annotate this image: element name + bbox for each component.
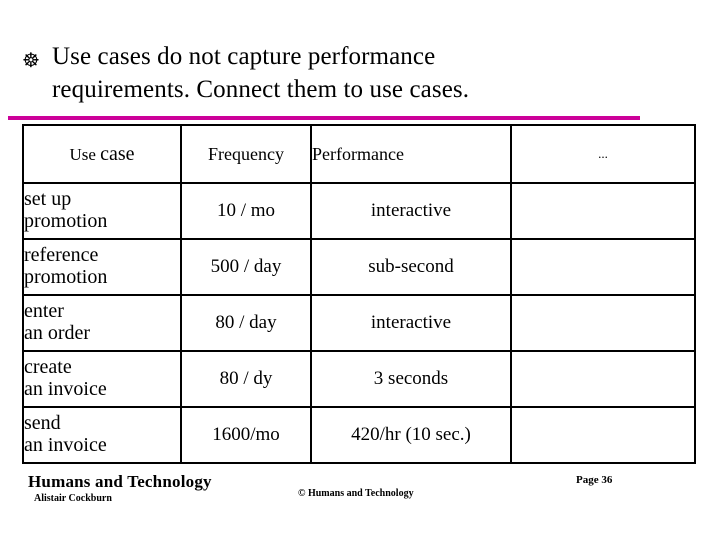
- table-header-row: Use case Frequency Performance ...: [22, 124, 696, 184]
- cell-performance: sub-second: [310, 238, 512, 296]
- cell-performance: 3 seconds: [310, 350, 512, 408]
- cell-extra: [510, 406, 696, 464]
- table-row: create an invoice 80 / dy 3 seconds: [22, 350, 696, 408]
- cell-frequency: 80 / dy: [180, 350, 312, 408]
- column-header-performance: Performance: [310, 124, 512, 184]
- column-header-frequency: Frequency: [180, 124, 312, 184]
- bullet-icon: ☸: [22, 48, 40, 72]
- cell-frequency: 80 / day: [180, 294, 312, 352]
- table-body: set up promotion 10 / mo interactive ref…: [22, 182, 696, 464]
- use-case-line-2: an invoice: [24, 434, 107, 456]
- cell-performance: interactive: [310, 182, 512, 240]
- cell-use-case: reference promotion: [22, 238, 182, 296]
- cell-performance: 420/hr (10 sec.): [310, 406, 512, 464]
- footer-author: Alistair Cockburn: [34, 493, 112, 504]
- cell-performance: interactive: [310, 294, 512, 352]
- column-header-use-case: Use case: [22, 124, 182, 184]
- table-row: set up promotion 10 / mo interactive: [22, 182, 696, 240]
- cell-extra: [510, 350, 696, 408]
- table-row: reference promotion 500 / day sub-second: [22, 238, 696, 296]
- cell-frequency: 1600/mo: [180, 406, 312, 464]
- use-case-line-2: promotion: [24, 210, 108, 232]
- cell-frequency: 10 / mo: [180, 182, 312, 240]
- table-row: send an invoice 1600/mo 420/hr (10 sec.): [22, 406, 696, 464]
- column-header-use-case-prefix: Use: [69, 144, 101, 164]
- cell-use-case: create an invoice: [22, 350, 182, 408]
- use-case-line-1: create: [24, 356, 72, 379]
- cell-extra: [510, 182, 696, 240]
- cell-use-case: enter an order: [22, 294, 182, 352]
- table-header: Use case Frequency Performance ...: [22, 124, 696, 184]
- cell-use-case: set up promotion: [22, 182, 182, 240]
- heading-line-2: requirements. Connect them to use cases.: [52, 76, 470, 103]
- use-case-line-1: set up: [24, 188, 72, 211]
- slide: ☸ Use cases do not capture performance r…: [0, 0, 720, 540]
- column-header-use-case-suffix: case: [100, 142, 135, 165]
- cell-extra: [510, 238, 696, 296]
- use-case-line-2: an order: [24, 322, 91, 344]
- use-case-line-1: enter: [24, 300, 64, 323]
- performance-table-wrapper: Use case Frequency Performance ... set u…: [22, 124, 696, 464]
- use-case-line-2: promotion: [24, 266, 108, 288]
- footer-organization: Humans and Technology: [28, 472, 212, 491]
- use-case-line-2: an invoice: [24, 378, 107, 400]
- cell-extra: [510, 294, 696, 352]
- heading-text-block: Use cases do not capture performance req…: [52, 40, 469, 106]
- footer-copyright: © Humans and Technology: [298, 488, 414, 499]
- footer-page-number: Page 36: [576, 474, 613, 486]
- cell-frequency: 500 / day: [180, 238, 312, 296]
- heading-line-1: Use cases do not capture performance: [52, 43, 436, 70]
- table-row: enter an order 80 / day interactive: [22, 294, 696, 352]
- use-case-line-1: reference: [24, 244, 99, 267]
- performance-table: Use case Frequency Performance ... set u…: [22, 124, 696, 464]
- column-header-more: ...: [510, 124, 696, 184]
- cell-use-case: send an invoice: [22, 406, 182, 464]
- slide-heading: ☸ Use cases do not capture performance r…: [22, 40, 682, 106]
- title-divider: [8, 116, 640, 120]
- use-case-line-1: send: [24, 412, 61, 435]
